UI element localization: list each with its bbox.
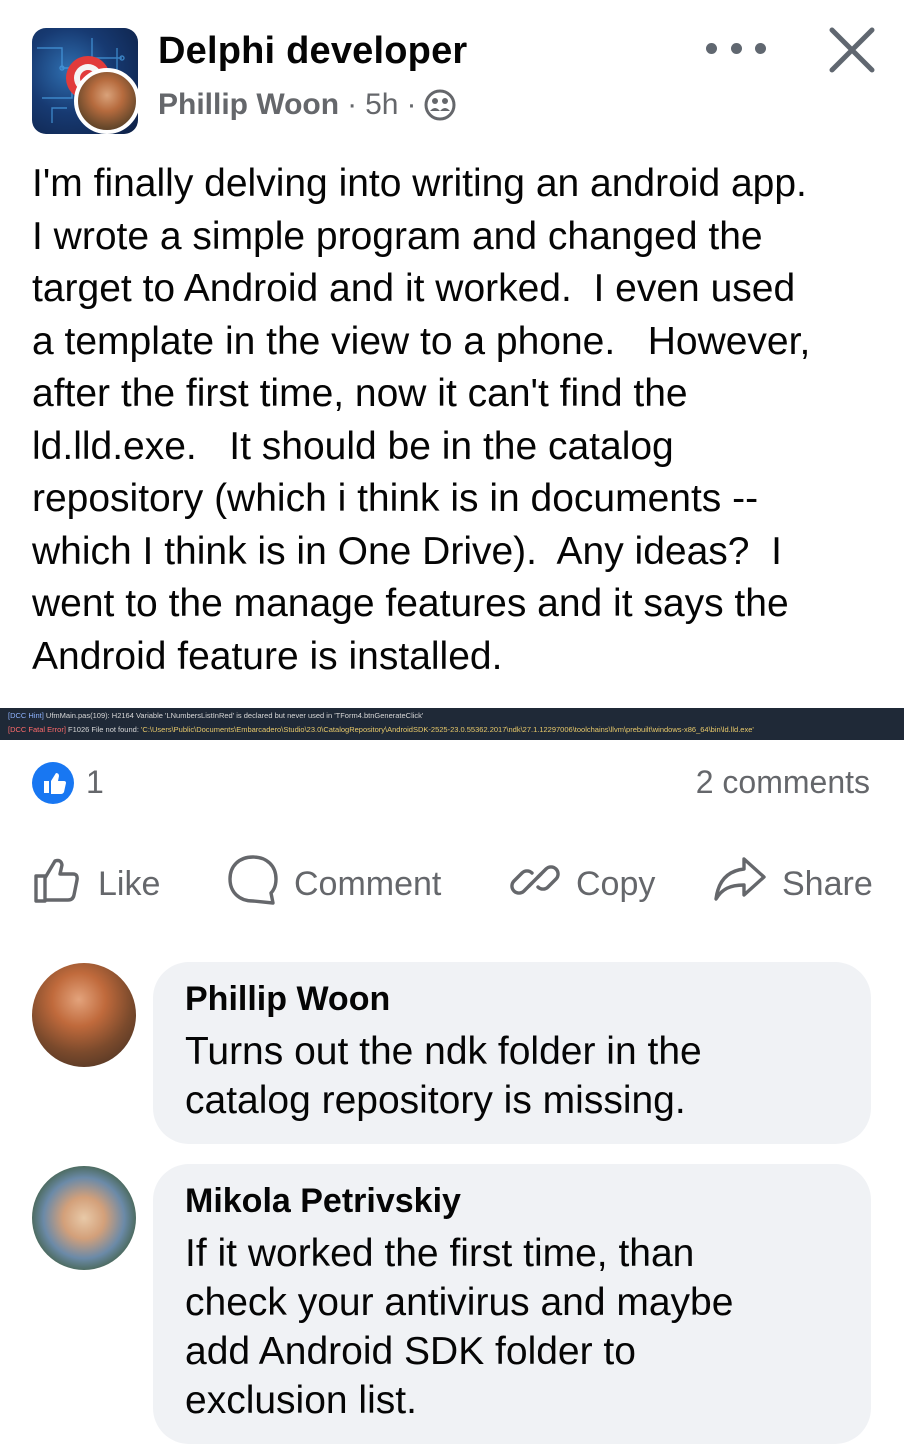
close-icon[interactable]: [826, 24, 878, 76]
post-text: I'm finally delving into writing an andr…: [32, 162, 811, 678]
comment-bubble: Phillip Woon Turns out the ndk folder in…: [153, 962, 871, 1144]
audience-group-icon: [424, 89, 456, 121]
log-line-error: [DCC Fatal Error] F1026 File not found: …: [8, 725, 754, 734]
comment-text: Turns out the ndk folder in the catalog …: [185, 1030, 702, 1122]
commenter-name[interactable]: Phillip Woon: [185, 980, 839, 1019]
avatar[interactable]: [32, 963, 136, 1067]
reaction-count[interactable]: 1: [86, 764, 104, 801]
share-label: Share: [782, 864, 873, 903]
like-reaction-icon[interactable]: [32, 762, 74, 804]
post-meta: Phillip Woon · 5h ·: [158, 88, 456, 122]
like-icon: [32, 854, 84, 915]
comment-count[interactable]: 2 comments: [696, 764, 870, 801]
like-button[interactable]: Like: [32, 852, 160, 916]
share-button[interactable]: Share: [712, 852, 873, 916]
author-avatar[interactable]: [74, 68, 140, 134]
comment-button[interactable]: Comment: [226, 852, 441, 916]
comment-text: If it worked the first time, than check …: [185, 1232, 734, 1422]
commenter-name[interactable]: Mikola Petrivskiy: [185, 1182, 839, 1221]
meta-separator: ·: [406, 88, 417, 121]
meta-separator: ·: [347, 88, 358, 121]
like-label: Like: [98, 864, 161, 903]
share-icon: [712, 853, 768, 916]
comment-icon: [226, 853, 280, 916]
comment-bubble: Mikola Petrivskiy If it worked the first…: [153, 1164, 871, 1444]
error-log-image[interactable]: [DCC Hint] UfmMain.pas(109): H2164 Varia…: [0, 708, 904, 740]
post-time[interactable]: 5h: [365, 88, 398, 122]
group-name[interactable]: Delphi developer: [158, 30, 467, 73]
copy-link-icon: [508, 853, 562, 916]
author-name[interactable]: Phillip Woon: [158, 88, 339, 122]
copy-button[interactable]: Copy: [508, 852, 655, 916]
copy-label: Copy: [576, 864, 656, 903]
avatar[interactable]: [32, 1166, 136, 1270]
comment-label: Comment: [294, 864, 442, 903]
more-icon[interactable]: [706, 30, 766, 66]
log-line-hint: [DCC Hint] UfmMain.pas(109): H2164 Varia…: [8, 711, 424, 720]
